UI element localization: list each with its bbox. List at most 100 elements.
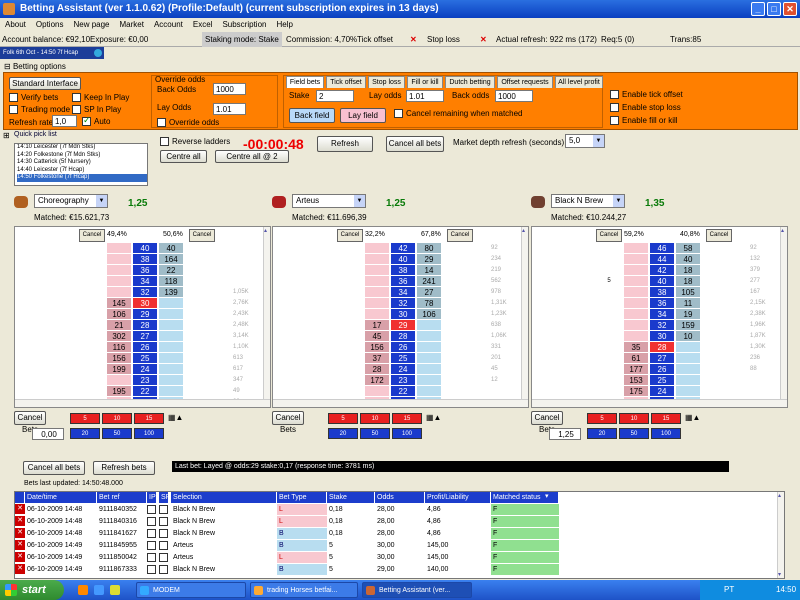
- task-firefox[interactable]: trading Horses betfai...: [250, 582, 358, 598]
- my-bet-cell[interactable]: [337, 331, 363, 341]
- cancel-lay-button[interactable]: Cancel: [596, 229, 622, 242]
- price-cell[interactable]: 40: [650, 276, 674, 286]
- my-bet-cell[interactable]: [79, 375, 105, 385]
- standard-interface-button[interactable]: Standard Interface: [9, 77, 81, 90]
- ip-checkbox[interactable]: [147, 517, 156, 526]
- tab-all-level-profit[interactable]: All level profit: [555, 76, 603, 88]
- back-amount-cell[interactable]: 302: [107, 331, 131, 341]
- back-amount-cell[interactable]: [624, 309, 648, 319]
- stake-button-20[interactable]: 20: [70, 428, 100, 439]
- my-bet-cell[interactable]: [337, 375, 363, 385]
- my-bet-cell[interactable]: [79, 342, 105, 352]
- my-bet-cell[interactable]: [337, 298, 363, 308]
- my-bet-cell[interactable]: [79, 353, 105, 363]
- ip-checkbox[interactable]: [147, 541, 156, 550]
- price-cell[interactable]: 36: [391, 276, 415, 286]
- lay-amount-cell[interactable]: [676, 353, 700, 363]
- desktop-icon[interactable]: [110, 585, 120, 595]
- runner-select[interactable]: Black N Brew ▼: [551, 194, 625, 208]
- lay-amount-cell[interactable]: 27: [417, 287, 441, 297]
- lay-amount-cell[interactable]: 18: [676, 265, 700, 275]
- back-odds-field-input[interactable]: 1000: [495, 90, 533, 102]
- ip-checkbox[interactable]: [147, 505, 156, 514]
- lay-amount-cell[interactable]: 14: [417, 265, 441, 275]
- runner-select[interactable]: Choreography ▼: [34, 194, 108, 208]
- menu-subscription[interactable]: Subscription: [222, 20, 266, 29]
- column-header[interactable]: IP: [147, 492, 157, 503]
- my-bet-cell[interactable]: [79, 331, 105, 341]
- price-cell[interactable]: 38: [391, 265, 415, 275]
- sp-checkbox[interactable]: [159, 565, 168, 574]
- price-cell[interactable]: 40: [391, 254, 415, 264]
- back-field-button[interactable]: Back field: [289, 108, 335, 123]
- price-cell[interactable]: 36: [650, 298, 674, 308]
- back-amount-cell[interactable]: 199: [107, 364, 131, 374]
- stake-button-100[interactable]: 100: [651, 428, 681, 439]
- quick-pick-list[interactable]: 14:10 Leicester (7f Mdn Stks) 14:20 Folk…: [14, 143, 148, 186]
- price-cell[interactable]: 32: [133, 287, 157, 297]
- staking-mode[interactable]: Staking mode: Stake: [202, 32, 282, 47]
- my-bet-cell[interactable]: [79, 254, 105, 264]
- column-header[interactable]: Odds: [375, 492, 425, 503]
- my-bet-cell[interactable]: [337, 265, 363, 275]
- ip-checkbox[interactable]: [147, 565, 156, 574]
- my-bet-cell[interactable]: [79, 364, 105, 374]
- back-amount-cell[interactable]: 106: [107, 309, 131, 319]
- lay-amount-cell[interactable]: [676, 342, 700, 352]
- back-amount-cell[interactable]: [107, 265, 131, 275]
- back-amount-cell[interactable]: [624, 320, 648, 330]
- back-amount-cell[interactable]: 45: [365, 331, 389, 341]
- centre-all-at-2-button[interactable]: Centre all @ 2: [215, 150, 289, 163]
- cancel-bets-button[interactable]: Cancel Bets: [531, 411, 563, 434]
- stake-value-field[interactable]: 0,00: [32, 428, 64, 440]
- lay-amount-cell[interactable]: 29: [417, 254, 441, 264]
- bottom-cancel-all-bets-button[interactable]: Cancel all bets: [23, 461, 85, 475]
- column-header[interactable]: Stake: [327, 492, 375, 503]
- stake-button-100[interactable]: 100: [134, 428, 164, 439]
- stake-button-10[interactable]: 10: [619, 413, 649, 424]
- back-amount-cell[interactable]: 116: [107, 342, 131, 352]
- back-amount-cell[interactable]: [624, 287, 648, 297]
- lay-odds-input[interactable]: 1.01: [213, 103, 246, 115]
- lay-amount-cell[interactable]: 18: [676, 276, 700, 286]
- ladder-scrollbar[interactable]: [263, 227, 270, 407]
- back-amount-cell[interactable]: [365, 298, 389, 308]
- lay-amount-cell[interactable]: 164: [159, 254, 183, 264]
- back-amount-cell[interactable]: 153: [624, 375, 648, 385]
- enable-tick-offset-checkbox[interactable]: [610, 90, 619, 99]
- back-amount-cell[interactable]: [365, 287, 389, 297]
- stake-value-field[interactable]: 1,25: [549, 428, 581, 440]
- back-amount-cell[interactable]: 61: [624, 353, 648, 363]
- firefox-icon[interactable]: [78, 585, 88, 595]
- expand-icon[interactable]: ⊞: [3, 131, 10, 140]
- lay-amount-cell[interactable]: 80: [417, 243, 441, 253]
- stake-button-5[interactable]: 5: [328, 413, 358, 424]
- delete-row-icon[interactable]: ✕: [15, 552, 25, 562]
- back-amount-cell[interactable]: 156: [107, 353, 131, 363]
- calculator-icon[interactable]: ▦▲: [685, 413, 700, 422]
- price-cell[interactable]: 34: [650, 309, 674, 319]
- price-cell[interactable]: 42: [391, 243, 415, 253]
- back-amount-cell[interactable]: [365, 254, 389, 264]
- lay-amount-cell[interactable]: 139: [159, 287, 183, 297]
- price-cell[interactable]: 32: [650, 320, 674, 330]
- my-bet-cell[interactable]: [596, 342, 622, 352]
- list-item[interactable]: 14:20 Folkestone (7f Mdn Stks): [17, 152, 147, 160]
- column-header[interactable]: Profit/Liability: [425, 492, 491, 503]
- price-cell[interactable]: 24: [650, 386, 674, 396]
- stake-button-50[interactable]: 50: [619, 428, 649, 439]
- my-bet-cell[interactable]: [337, 353, 363, 363]
- stake-button-50[interactable]: 50: [102, 428, 132, 439]
- price-cell[interactable]: 32: [391, 298, 415, 308]
- delete-row-icon[interactable]: ✕: [15, 504, 25, 514]
- calculator-icon[interactable]: ▦▲: [168, 413, 183, 422]
- column-header[interactable]: SP: [159, 492, 170, 503]
- delete-row-icon[interactable]: ✕: [15, 540, 25, 550]
- lay-amount-cell[interactable]: [417, 364, 441, 374]
- task-betting-assistant[interactable]: Betting Assistant (ver...: [362, 582, 472, 598]
- my-bet-cell[interactable]: [337, 243, 363, 253]
- my-bet-cell[interactable]: [79, 276, 105, 286]
- stake-button-5[interactable]: 5: [70, 413, 100, 424]
- refresh-bets-button[interactable]: Refresh bets: [93, 461, 155, 475]
- my-bet-cell[interactable]: [596, 298, 622, 308]
